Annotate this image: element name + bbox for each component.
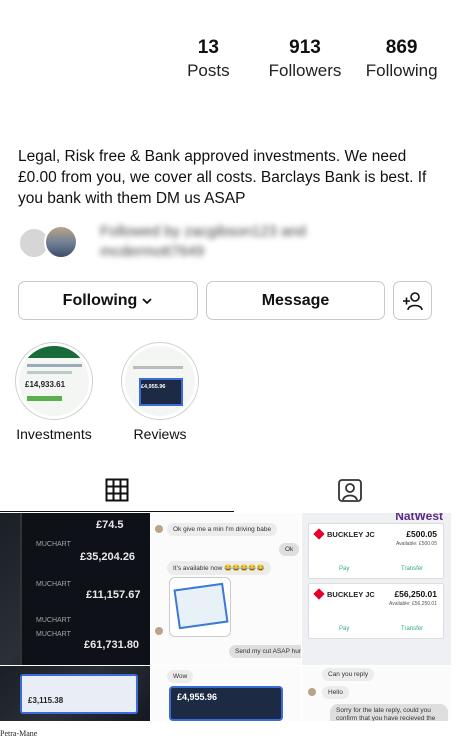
account-balance: £56,250.01 xyxy=(394,589,437,599)
chat-message: Send my cut ASAP hun xyxy=(229,645,301,658)
post-amount: £4,955.96 xyxy=(177,692,218,702)
followers-stat[interactable]: 913 Followers xyxy=(260,36,350,82)
following-stat[interactable]: 869 Following xyxy=(357,36,447,82)
account-name: MUCHART xyxy=(36,541,71,548)
account-balance: £500.05 xyxy=(406,529,437,539)
pay-link: Pay xyxy=(339,626,350,632)
account-name: MUCHART xyxy=(36,617,71,624)
post-thumbnail[interactable]: £3,115.38 xyxy=(0,666,150,721)
bank-name: NatWest xyxy=(395,513,443,523)
followers-count: 913 xyxy=(289,37,321,58)
account-holder: BUCKLEY JC xyxy=(327,590,375,599)
chat-message: Ok xyxy=(279,543,300,556)
profile-actions: Following Message xyxy=(18,281,432,320)
account-holder: BUCKLEY JC xyxy=(327,530,375,539)
highlight-label: Reviews xyxy=(133,426,187,442)
chat-message: It's available now 😂😂😂😂😂 xyxy=(167,561,271,575)
chevron-down-icon xyxy=(142,297,152,304)
avatar xyxy=(44,225,78,259)
add-person-icon xyxy=(402,291,423,310)
highlight-amount: £14,933.61 xyxy=(25,380,66,389)
natwest-logo-icon xyxy=(313,528,325,540)
highlight-reviews[interactable]: £4,955.96 Reviews xyxy=(118,342,202,442)
tagged-icon xyxy=(338,479,363,502)
transfer-link: Transfer xyxy=(401,566,424,572)
highlight-amount: £4,955.96 xyxy=(141,384,166,390)
post-amount: £11,157.67 xyxy=(86,589,141,601)
natwest-logo-icon xyxy=(313,588,325,600)
account-name: MUCHART xyxy=(36,581,71,588)
post-amount: £74.5 xyxy=(96,519,124,531)
available-balance: Available: £500.05 xyxy=(395,541,437,547)
chat-message: Sorry for the late reply, could you conf… xyxy=(330,704,448,721)
account-card: BUCKLEY JC £56,250.01 Available: £56,250… xyxy=(308,583,444,639)
message-button[interactable]: Message xyxy=(206,281,385,320)
mutual-avatars xyxy=(18,223,80,261)
pay-link: Pay xyxy=(339,566,350,572)
post-amount: £35,204.26 xyxy=(80,551,136,563)
highlight-thumbnail: £14,933.61 xyxy=(19,346,89,416)
post-amount: £61,731.80 xyxy=(84,639,140,651)
posts-count: 13 xyxy=(197,37,219,58)
suggest-people-button[interactable] xyxy=(393,281,432,320)
chat-message: Wow xyxy=(167,670,194,683)
following-button-label: Following xyxy=(62,291,138,309)
grid-icon xyxy=(105,478,129,502)
tab-tagged[interactable] xyxy=(234,468,467,512)
following-label: Following xyxy=(365,61,438,80)
highlight-investments[interactable]: £14,933.61 Investments xyxy=(12,342,96,442)
chat-message: Can you reply xyxy=(322,668,375,681)
posts-label: Posts xyxy=(187,61,230,80)
story-highlights: £14,933.61 Investments £4,955.96 Reviews xyxy=(12,342,202,442)
posts-stat[interactable]: 13 Posts xyxy=(163,36,253,82)
image-caption: Petra-Mane xyxy=(0,729,38,738)
post-thumbnail[interactable]: NatWest BUCKLEY JC £500.05 Available: £5… xyxy=(302,513,451,665)
posts-grid: £74.5 MUCHART £35,204.26 MUCHART £11,157… xyxy=(0,513,451,721)
followed-by[interactable]: Followed by zacgibson123 and mcdermott76… xyxy=(18,222,360,262)
tab-posts-grid[interactable] xyxy=(0,468,234,512)
followed-by-text: Followed by zacgibson123 and mcdermott76… xyxy=(100,223,306,260)
profile-bio: Legal, Risk free & Bank approved investm… xyxy=(18,148,427,207)
profile-tabs xyxy=(0,468,467,512)
highlight-label: Investments xyxy=(16,426,92,442)
message-button-label: Message xyxy=(261,291,330,309)
profile-stats: 13 Posts 913 Followers 869 Following xyxy=(160,36,450,82)
following-count: 869 xyxy=(385,37,418,58)
followers-label: Followers xyxy=(268,61,342,80)
active-tab-indicator xyxy=(0,511,234,512)
highlight-ring: £14,933.61 xyxy=(15,342,93,420)
highlight-ring: £4,955.96 xyxy=(121,342,199,420)
chat-message: Hello xyxy=(322,686,349,699)
post-thumbnail[interactable]: Wow £4,955.96 xyxy=(151,666,301,721)
post-thumbnail[interactable]: £74.5 MUCHART £35,204.26 MUCHART £11,157… xyxy=(0,513,150,665)
following-button[interactable]: Following xyxy=(18,281,198,320)
post-thumbnail[interactable]: Can you reply Hello Sorry for the late r… xyxy=(302,666,451,721)
post-thumbnail[interactable]: Ok give me a min I'm driving babe Ok It'… xyxy=(151,513,301,665)
post-amount: £3,115.38 xyxy=(28,696,64,705)
highlight-thumbnail: £4,955.96 xyxy=(125,346,195,416)
available-balance: Available: £56,250.01 xyxy=(388,601,437,607)
account-card: BUCKLEY JC £500.05 Available: £500.05 Pa… xyxy=(308,523,444,579)
chat-message: Ok give me a min I'm driving babe xyxy=(167,523,278,536)
account-name: MUCHART xyxy=(36,631,71,638)
transfer-link: Transfer xyxy=(401,626,424,632)
